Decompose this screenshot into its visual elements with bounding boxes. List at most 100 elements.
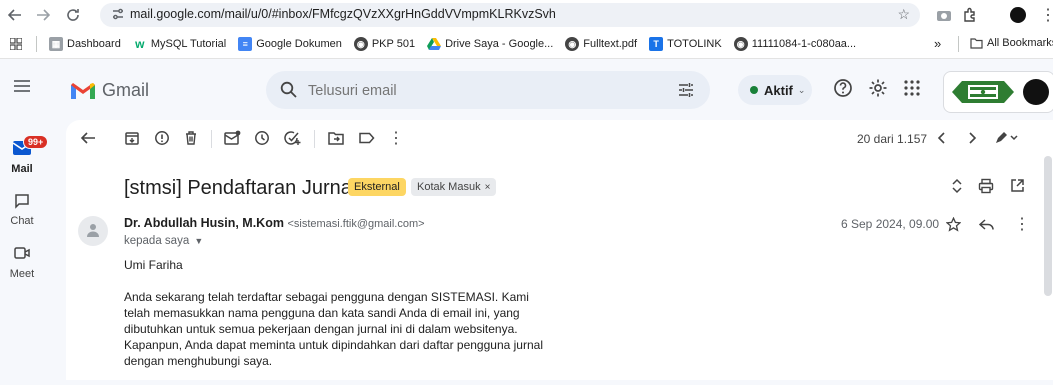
w3schools-icon: w bbox=[135, 37, 145, 51]
email-subject: [stmsi] Pendaftaran Jurnal bbox=[124, 177, 357, 199]
email-date: 6 Sep 2024, 09.00 bbox=[841, 217, 940, 231]
help-icon[interactable] bbox=[833, 78, 853, 98]
bookmark-star-icon[interactable]: ☆ bbox=[897, 6, 910, 23]
profile-avatar[interactable] bbox=[1010, 5, 1026, 25]
totolink-icon: T bbox=[649, 37, 664, 51]
back-to-inbox-icon[interactable] bbox=[80, 130, 96, 146]
search-input[interactable] bbox=[306, 79, 670, 103]
more-bookmarks-button[interactable]: » bbox=[934, 36, 941, 51]
person-icon bbox=[86, 222, 100, 238]
account-avatar bbox=[1023, 79, 1049, 105]
dashboard-icon: ▦ bbox=[49, 37, 63, 51]
search-bar[interactable] bbox=[266, 71, 710, 109]
bookmark-dashboard[interactable]: ▦ Dashboard bbox=[49, 37, 121, 51]
unread-badge: 99+ bbox=[23, 135, 49, 149]
email-greeting: Umi Fariha bbox=[124, 258, 183, 272]
label-icon[interactable] bbox=[358, 130, 375, 146]
docs-icon: ≡ bbox=[238, 37, 253, 51]
inbox-label-chip: Kotak Masuk × bbox=[411, 178, 497, 196]
rail-chat-label: Chat bbox=[10, 215, 34, 227]
bookmarks-bar: ▦ Dashboard w MySQL Tutorial ≡ Google Do… bbox=[0, 30, 1053, 59]
video-camera-icon bbox=[12, 246, 32, 264]
delete-icon[interactable] bbox=[183, 130, 199, 146]
site-settings-icon[interactable] bbox=[111, 7, 125, 21]
report-spam-icon[interactable] bbox=[154, 130, 170, 146]
caret-down-icon: ▼ bbox=[194, 236, 204, 246]
bookmark-pkp[interactable]: ◉ PKP 501 bbox=[353, 37, 415, 51]
message-counter: 20 dari 1.157 bbox=[857, 132, 928, 146]
print-icon[interactable] bbox=[978, 178, 994, 194]
add-task-icon[interactable] bbox=[284, 130, 301, 146]
sender-info: Dr. Abdullah Husin, M.Kom <sistemasi.fti… bbox=[124, 216, 425, 230]
open-new-window-icon[interactable] bbox=[1010, 178, 1025, 193]
bookmark-fulltext[interactable]: ◉ Fulltext.pdf bbox=[565, 37, 637, 51]
address-bar[interactable]: mail.google.com/mail/u/0/#inbox/FMfcgzQV… bbox=[100, 3, 920, 27]
bookmark-file[interactable]: ◉ 11111084-1-c080aa... bbox=[733, 37, 856, 51]
rail-meet-label: Meet bbox=[9, 268, 35, 280]
sender-name: Dr. Abdullah Husin, M.Kom bbox=[124, 216, 284, 230]
chevron-down-icon: ⌄ bbox=[797, 84, 806, 95]
toolbar-divider bbox=[314, 130, 315, 148]
bookmark-drive[interactable]: Drive Saya - Google... bbox=[427, 38, 553, 50]
folder-icon bbox=[970, 37, 983, 49]
more-options-icon[interactable]: ⋮ bbox=[388, 128, 404, 148]
bookmark-divider bbox=[958, 36, 959, 52]
browser-menu-icon[interactable]: ⋮ bbox=[1040, 5, 1053, 25]
back-icon[interactable] bbox=[4, 4, 26, 26]
status-dot bbox=[750, 86, 758, 94]
move-to-folder-icon[interactable] bbox=[328, 130, 344, 146]
snooze-clock-icon[interactable] bbox=[254, 130, 270, 146]
main-menu-icon[interactable] bbox=[12, 78, 36, 100]
chat-icon bbox=[12, 193, 32, 211]
remove-label-button[interactable]: × bbox=[485, 182, 491, 193]
account-switcher[interactable] bbox=[943, 71, 1053, 113]
status-button[interactable]: Aktif ⌄ bbox=[738, 75, 812, 105]
scrollbar[interactable] bbox=[1044, 156, 1052, 296]
organization-logo-icon bbox=[950, 77, 1016, 107]
globe-icon: ◉ bbox=[353, 37, 368, 51]
gmail-header: Gmail Aktif ⌄ bbox=[0, 58, 1053, 120]
search-icon[interactable] bbox=[280, 81, 297, 98]
archive-icon[interactable] bbox=[124, 130, 140, 146]
recipient-dropdown[interactable]: kepada saya ▼ bbox=[124, 235, 203, 247]
mail-icon: 99+ bbox=[12, 135, 49, 158]
star-icon[interactable] bbox=[946, 217, 961, 232]
external-label-chip: Eksternal bbox=[348, 178, 406, 196]
sender-email: <sistemasi.ftik@gmail.com> bbox=[287, 218, 425, 230]
bookmark-divider bbox=[36, 36, 37, 52]
rail-item-chat[interactable]: Chat bbox=[0, 192, 44, 227]
globe-icon: ◉ bbox=[565, 37, 580, 51]
email-view-panel: ⋮ 20 dari 1.157 [stmsi] Pendaftaran Jurn… bbox=[66, 120, 1053, 380]
bookmark-google-docs[interactable]: ≡ Google Dokumen bbox=[238, 37, 342, 51]
extensions-puzzle-icon[interactable] bbox=[962, 5, 978, 25]
search-filter-icon[interactable] bbox=[678, 82, 694, 98]
camera-extension-icon[interactable] bbox=[936, 5, 952, 25]
drive-icon bbox=[427, 38, 442, 50]
bookmark-mysql[interactable]: w MySQL Tutorial bbox=[133, 37, 226, 51]
settings-gear-icon[interactable] bbox=[868, 78, 888, 98]
gmail-logo[interactable]: Gmail bbox=[70, 80, 149, 101]
globe-icon: ◉ bbox=[733, 37, 748, 51]
email-paragraph: Anda sekarang telah terdaftar sebagai pe… bbox=[124, 290, 543, 368]
gmail-m-icon bbox=[70, 81, 96, 101]
apps-grid-icon[interactable] bbox=[10, 38, 22, 50]
rail-mail-label: Mail bbox=[11, 163, 33, 175]
rail-item-mail[interactable]: 99+ Mail bbox=[0, 135, 49, 175]
sender-avatar bbox=[78, 216, 108, 246]
bookmark-totolink[interactable]: T TOTOLINK bbox=[649, 37, 722, 51]
email-body: Umi Fariha Anda sekarang telah terdaftar… bbox=[124, 257, 554, 385]
input-tools-pen-icon[interactable] bbox=[994, 131, 1018, 145]
rail-item-meet[interactable]: Meet bbox=[0, 244, 44, 280]
all-bookmarks-button[interactable]: All Bookmarks bbox=[970, 37, 1053, 49]
reload-icon[interactable] bbox=[62, 4, 84, 26]
older-chevron-icon[interactable] bbox=[966, 132, 978, 144]
mark-unread-icon[interactable] bbox=[224, 130, 241, 146]
newer-chevron-icon[interactable] bbox=[936, 132, 948, 144]
toolbar-divider bbox=[211, 130, 212, 148]
google-apps-icon[interactable] bbox=[904, 80, 920, 96]
expand-collapse-icon[interactable] bbox=[951, 178, 963, 194]
forward-icon[interactable] bbox=[32, 4, 54, 26]
message-more-icon[interactable]: ⋮ bbox=[1014, 214, 1030, 234]
reply-icon[interactable] bbox=[979, 218, 994, 231]
browser-toolbar: mail.google.com/mail/u/0/#inbox/FMfcgzQV… bbox=[0, 0, 1053, 30]
